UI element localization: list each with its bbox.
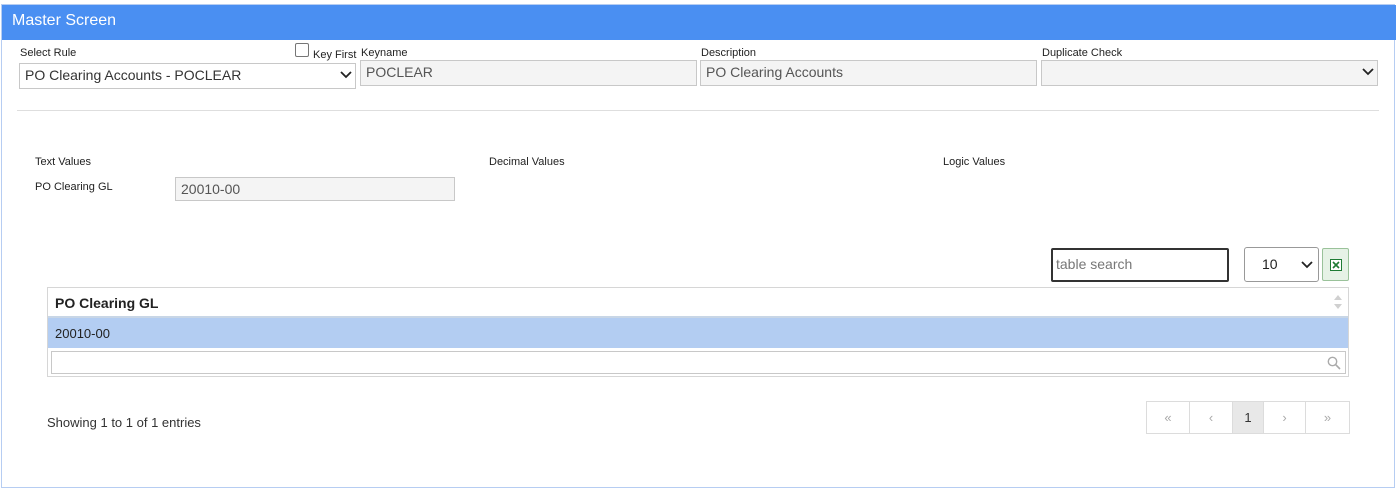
- sort-icon: [1334, 295, 1342, 309]
- last-page-button[interactable]: »: [1306, 402, 1349, 433]
- description-label: Description: [701, 47, 757, 59]
- logic-values-heading: Logic Values: [943, 156, 1006, 168]
- po-clearing-gl-label: PO Clearing GL: [35, 181, 113, 193]
- key-first-checkbox[interactable]: [295, 43, 309, 57]
- key-first-label: Key First: [313, 49, 357, 61]
- keyname-value: POCLEAR: [366, 64, 433, 80]
- select-rule-dropdown[interactable]: PO Clearing Accounts - POCLEAR: [19, 63, 356, 89]
- export-excel-button[interactable]: [1322, 248, 1349, 281]
- po-clearing-gl-value: 20010-00: [181, 181, 241, 197]
- excel-icon: [1330, 259, 1342, 271]
- table-header-po-clearing-gl[interactable]: PO Clearing GL: [48, 288, 1348, 318]
- column-header-label: PO Clearing GL: [55, 295, 159, 311]
- prev-page-button[interactable]: ‹: [1190, 402, 1233, 433]
- table-search-input[interactable]: table search: [1051, 248, 1229, 282]
- po-clearing-gl-field[interactable]: 20010-00: [175, 177, 455, 201]
- keyname-label: Keyname: [361, 47, 408, 59]
- column-filter-input[interactable]: [51, 351, 1346, 374]
- decimal-values-heading: Decimal Values: [489, 156, 565, 168]
- duplicate-check-dropdown[interactable]: [1041, 60, 1378, 86]
- chevron-down-icon: [1362, 68, 1374, 76]
- table-search-placeholder: table search: [1056, 256, 1133, 272]
- table-row[interactable]: 20010-00: [48, 318, 1348, 348]
- page-title: Master Screen: [12, 12, 117, 29]
- table-info-text: Showing 1 to 1 of 1 entries: [47, 415, 201, 430]
- data-table: PO Clearing GL 20010-00: [47, 287, 1349, 377]
- section-divider: [17, 110, 1379, 111]
- pagination: « ‹ 1 › »: [1146, 401, 1350, 434]
- panel-header: Master Screen: [2, 5, 1396, 40]
- text-values-heading: Text Values: [35, 156, 92, 168]
- select-rule-value: PO Clearing Accounts - POCLEAR: [25, 67, 242, 83]
- keyname-field[interactable]: POCLEAR: [360, 60, 697, 86]
- search-icon: [1327, 356, 1341, 370]
- chevron-down-icon: [1301, 261, 1313, 269]
- page-size-select[interactable]: 10: [1244, 247, 1319, 282]
- page-size-value: 10: [1262, 256, 1278, 272]
- description-value: PO Clearing Accounts: [706, 64, 843, 80]
- select-rule-label: Select Rule: [20, 47, 77, 59]
- next-page-button[interactable]: ›: [1264, 402, 1306, 433]
- chevron-down-icon: [340, 71, 352, 79]
- duplicate-check-label: Duplicate Check: [1042, 47, 1123, 59]
- table-cell: 20010-00: [55, 326, 110, 341]
- page-1-button[interactable]: 1: [1233, 402, 1264, 433]
- first-page-button[interactable]: «: [1147, 402, 1190, 433]
- description-field[interactable]: PO Clearing Accounts: [700, 60, 1037, 86]
